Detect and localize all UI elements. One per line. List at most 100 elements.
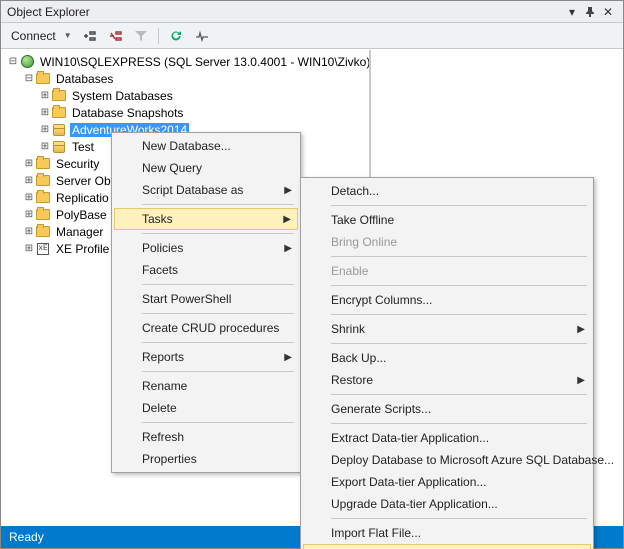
menu-item-import-data[interactable]: Import Data...: [303, 544, 591, 549]
submenu-arrow-icon: ▶: [577, 324, 585, 335]
expand-icon[interactable]: ⊞: [39, 141, 51, 152]
expand-icon[interactable]: ⊞: [23, 209, 35, 220]
menu-item-detach[interactable]: Detach...: [303, 180, 591, 202]
menu-item-properties[interactable]: Properties: [114, 448, 298, 470]
database-icon: [51, 123, 67, 137]
menu-separator: [142, 422, 294, 423]
expand-icon[interactable]: ⊞: [23, 158, 35, 169]
disconnect-icon[interactable]: [106, 27, 124, 45]
menu-item-bring-online: Bring Online: [303, 231, 591, 253]
menu-item-reports[interactable]: Reports▶: [114, 346, 298, 368]
menu-item-script-database-as[interactable]: Script Database as▶: [114, 179, 298, 201]
menu-item-create-crud[interactable]: Create CRUD procedures: [114, 317, 298, 339]
tree-node-test[interactable]: ⊞ Test: [5, 138, 623, 155]
menu-separator: [142, 204, 294, 205]
folder-icon: [35, 208, 51, 222]
tree-label: Manager: [54, 225, 105, 239]
toolbar: Connect ▼: [1, 23, 623, 49]
expand-icon[interactable]: ⊞: [23, 243, 35, 254]
menu-item-shrink[interactable]: Shrink▶: [303, 318, 591, 340]
expand-icon[interactable]: ⊞: [23, 226, 35, 237]
menu-item-new-database[interactable]: New Database...: [114, 135, 298, 157]
tree-node-databases[interactable]: ⊟ Databases: [5, 70, 623, 87]
expand-icon[interactable]: ⊞: [23, 192, 35, 203]
folder-icon: [51, 106, 67, 120]
connect-button[interactable]: Connect: [7, 29, 60, 43]
menu-separator: [142, 313, 294, 314]
menu-item-deploy-azure[interactable]: Deploy Database to Microsoft Azure SQL D…: [303, 449, 591, 471]
context-menu-tasks: Detach... Take Offline Bring Online Enab…: [300, 177, 594, 549]
tree-node-security[interactable]: ⊞ Security: [5, 155, 623, 172]
folder-icon: [35, 225, 51, 239]
tree-node-adventureworks2014[interactable]: ⊞ AdventureWorks2014: [5, 121, 623, 138]
menu-item-facets[interactable]: Facets: [114, 259, 298, 281]
tree-label: WIN10\SQLEXPRESS (SQL Server 13.0.4001 -…: [38, 55, 372, 69]
tree-label: Security: [54, 157, 101, 171]
collapse-icon[interactable]: ⊟: [7, 56, 19, 67]
connect-object-explorer-icon[interactable]: [80, 27, 98, 45]
menu-item-extract-data-tier[interactable]: Extract Data-tier Application...: [303, 427, 591, 449]
activity-icon[interactable]: [193, 27, 211, 45]
panel-title: Object Explorer: [7, 5, 563, 19]
expand-icon[interactable]: ⊞: [39, 90, 51, 101]
menu-separator: [331, 256, 587, 257]
submenu-arrow-icon: ▶: [284, 243, 292, 254]
menu-item-enable: Enable: [303, 260, 591, 282]
menu-item-refresh[interactable]: Refresh: [114, 426, 298, 448]
menu-item-upgrade-data-tier[interactable]: Upgrade Data-tier Application...: [303, 493, 591, 515]
status-text: Ready: [9, 530, 44, 544]
expand-icon[interactable]: ⊞: [39, 124, 51, 135]
tree-label: Server Ob: [54, 174, 113, 188]
refresh-icon[interactable]: [167, 27, 185, 45]
expand-icon[interactable]: ⊞: [39, 107, 51, 118]
tree-node-database-snapshots[interactable]: ⊞ Database Snapshots: [5, 104, 623, 121]
submenu-arrow-icon: ▶: [284, 185, 292, 196]
menu-item-back-up[interactable]: Back Up...: [303, 347, 591, 369]
menu-item-encrypt-columns[interactable]: Encrypt Columns...: [303, 289, 591, 311]
folder-icon: [35, 174, 51, 188]
filter-icon[interactable]: [132, 27, 150, 45]
tree-label: Databases: [54, 72, 115, 86]
context-menu-database: New Database... New Query Script Databas…: [111, 132, 301, 473]
collapse-icon[interactable]: ⊟: [23, 73, 35, 84]
server-icon: [19, 55, 35, 69]
xe-icon: xE: [35, 242, 51, 256]
submenu-arrow-icon: ▶: [577, 375, 585, 386]
pin-icon[interactable]: [581, 4, 599, 20]
menu-separator: [331, 518, 587, 519]
tree-label: Database Snapshots: [70, 106, 185, 120]
menu-item-policies[interactable]: Policies▶: [114, 237, 298, 259]
menu-item-delete[interactable]: Delete: [114, 397, 298, 419]
menu-item-restore[interactable]: Restore▶: [303, 369, 591, 391]
submenu-arrow-icon: ▶: [283, 214, 291, 225]
menu-item-start-powershell[interactable]: Start PowerShell: [114, 288, 298, 310]
connect-dropdown-icon[interactable]: ▼: [64, 31, 72, 40]
menu-separator: [142, 371, 294, 372]
menu-item-generate-scripts[interactable]: Generate Scripts...: [303, 398, 591, 420]
menu-separator: [331, 285, 587, 286]
menu-item-export-data-tier[interactable]: Export Data-tier Application...: [303, 471, 591, 493]
tree-label: System Databases: [70, 89, 175, 103]
folder-icon: [35, 191, 51, 205]
folder-icon: [51, 89, 67, 103]
menu-separator: [331, 205, 587, 206]
menu-separator: [142, 233, 294, 234]
expand-icon[interactable]: ⊞: [23, 175, 35, 186]
tree-label: Test: [70, 140, 96, 154]
menu-item-take-offline[interactable]: Take Offline: [303, 209, 591, 231]
folder-icon: [35, 72, 51, 86]
menu-item-tasks[interactable]: Tasks▶: [114, 208, 298, 230]
menu-item-import-flat-file[interactable]: Import Flat File...: [303, 522, 591, 544]
close-icon[interactable]: ✕: [599, 4, 617, 20]
database-icon: [51, 140, 67, 154]
tree-node-server[interactable]: ⊟ WIN10\SQLEXPRESS (SQL Server 13.0.4001…: [5, 53, 623, 70]
menu-separator: [331, 394, 587, 395]
menu-separator: [331, 314, 587, 315]
menu-separator: [331, 423, 587, 424]
menu-item-rename[interactable]: Rename: [114, 375, 298, 397]
submenu-arrow-icon: ▶: [284, 352, 292, 363]
menu-item-new-query[interactable]: New Query: [114, 157, 298, 179]
window-position-dropdown-icon[interactable]: ▾: [563, 4, 581, 20]
folder-icon: [35, 157, 51, 171]
tree-node-system-databases[interactable]: ⊞ System Databases: [5, 87, 623, 104]
